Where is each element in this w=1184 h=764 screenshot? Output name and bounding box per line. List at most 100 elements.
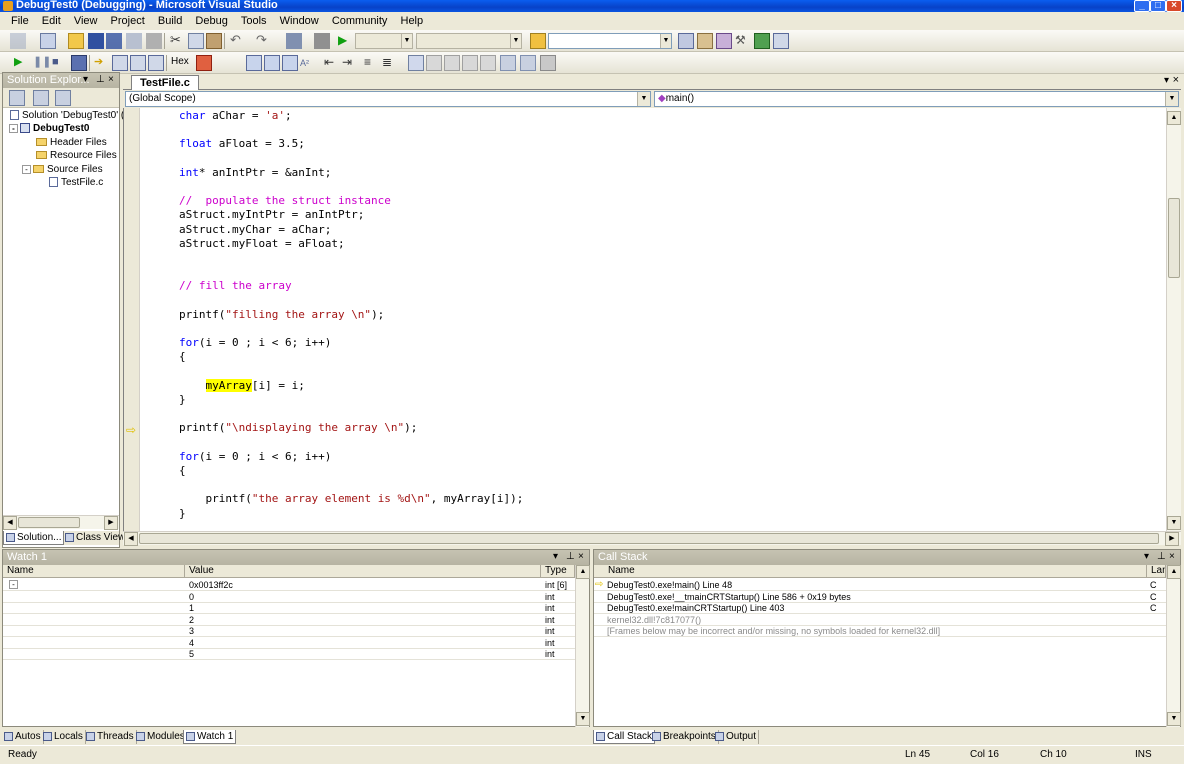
scroll-left-icon[interactable]: ◀ [3, 516, 17, 530]
watch-row[interactable]: [2]2int [3, 614, 575, 626]
scroll-thumb[interactable] [139, 533, 1159, 544]
menu-help[interactable]: Help [396, 13, 429, 27]
testfile-node[interactable]: TestFile.c [49, 176, 103, 189]
call-stack-row[interactable]: DebugTest0.exe!__tmainCRTStartup() Line … [594, 591, 1166, 603]
column-value[interactable]: Value [185, 565, 541, 578]
previous-bookmark-icon[interactable] [426, 55, 442, 71]
menu-community[interactable]: Community [327, 13, 393, 27]
print-icon[interactable] [146, 33, 162, 49]
solution-node[interactable]: Solution 'DebugTest0' ( [10, 109, 124, 122]
text-editor-tool-icon[interactable] [246, 55, 262, 71]
watch-row[interactable]: [3]3int [3, 625, 575, 637]
save-all-icon[interactable] [106, 33, 122, 49]
tab-solution-explorer[interactable]: Solution... [3, 531, 65, 545]
parameter-info-icon[interactable] [264, 55, 280, 71]
find-combo-input[interactable]: ▼ [548, 33, 672, 49]
menu-build[interactable]: Build [153, 13, 187, 27]
save-icon[interactable] [88, 33, 104, 49]
scroll-up-icon[interactable]: ▲ [1167, 565, 1181, 579]
watch-value[interactable]: 2 [189, 614, 194, 626]
menu-edit[interactable]: Edit [37, 13, 66, 27]
breakpoints-window-icon[interactable] [196, 55, 212, 71]
next-bookmark-folder-icon[interactable] [480, 55, 496, 71]
watch-row[interactable]: -myArray0x0013ff2cint [6] [3, 579, 575, 591]
tab-class-view[interactable]: Class View [63, 531, 129, 545]
collapse-icon[interactable]: - [22, 164, 31, 174]
tab-modules[interactable]: Modules [134, 730, 188, 744]
clear-bookmarks-icon[interactable] [540, 55, 556, 71]
column-name[interactable]: Name [604, 565, 1147, 578]
properties-icon[interactable] [9, 90, 25, 106]
call-stack-row[interactable]: kernel32.dll!7c817077() [594, 614, 1166, 626]
stop-debugging-icon[interactable]: ■ [52, 55, 68, 71]
close-panel-icon[interactable]: × [108, 73, 114, 87]
show-all-files-icon[interactable] [33, 90, 49, 106]
menu-file[interactable]: File [6, 13, 34, 27]
tab-threads[interactable]: Threads [84, 730, 137, 744]
refresh-icon[interactable] [55, 90, 71, 106]
close-document-icon[interactable]: × [1173, 74, 1179, 86]
column-type[interactable]: Type [541, 565, 575, 578]
code-hscroll[interactable]: ◀ ▶ [123, 531, 1181, 546]
add-item-icon[interactable] [40, 33, 56, 49]
menu-window[interactable]: Window [275, 13, 324, 27]
navigate-backward-icon[interactable] [286, 33, 302, 49]
scroll-up-icon[interactable]: ▲ [1167, 111, 1181, 125]
scroll-right-icon[interactable]: ▶ [104, 516, 118, 530]
solution-explorer-hscroll[interactable]: ◀ ▶ [3, 515, 119, 530]
toggle-bookmark-icon[interactable] [408, 55, 424, 71]
complete-word-icon[interactable]: A² [300, 55, 316, 71]
next-bookmark-icon[interactable] [444, 55, 460, 71]
step-into-icon[interactable] [112, 55, 128, 71]
menu-tools[interactable]: Tools [236, 13, 272, 27]
menu-project[interactable]: Project [106, 13, 150, 27]
call-stack-vscroll[interactable]: ▲ ▼ [1166, 565, 1181, 727]
members-dropdown[interactable]: ◆main() ▼ [654, 91, 1179, 107]
solution-configurations-dropdown[interactable]: ▼ [355, 33, 413, 49]
previous-bookmark-document-icon[interactable] [500, 55, 516, 71]
watch-value[interactable]: 5 [189, 648, 194, 660]
scroll-down-icon[interactable]: ▼ [1167, 516, 1181, 530]
tab-locals[interactable]: Locals [41, 730, 86, 744]
watch-value[interactable]: 1 [189, 602, 194, 614]
maximize-button[interactable]: □ [1150, 0, 1166, 12]
toolbox-icon[interactable]: ⚒ [735, 33, 751, 49]
window-position-icon[interactable]: ▾ [553, 550, 558, 564]
tab-testfile-c[interactable]: TestFile.c [131, 75, 199, 90]
object-browser-icon[interactable] [716, 33, 732, 49]
cut-icon[interactable]: ✂ [170, 33, 186, 49]
tab-autos[interactable]: Autos [2, 730, 44, 744]
resource-files-folder[interactable]: Resource Files [36, 149, 117, 162]
continue-icon[interactable]: ▶ [338, 33, 354, 49]
scroll-right-icon[interactable]: ▶ [1165, 532, 1179, 546]
watch-value[interactable]: 3 [189, 625, 194, 637]
command-window-icon[interactable] [773, 33, 789, 49]
tab-call-stack[interactable]: Call Stack [593, 730, 656, 744]
solution-explorer-icon[interactable] [678, 33, 694, 49]
project-node[interactable]: - DebugTest0 [9, 122, 90, 135]
code-vscroll[interactable]: ▲ ▼ [1166, 108, 1181, 531]
find-in-files-icon[interactable] [530, 33, 546, 49]
start-page-icon[interactable] [754, 33, 770, 49]
scroll-down-icon[interactable]: ▼ [576, 712, 590, 726]
decrease-indent-icon[interactable]: ⇤ [324, 55, 340, 71]
auto-hide-pin-icon[interactable]: ⊥ [566, 550, 575, 564]
window-position-icon[interactable]: ▾ [1144, 550, 1149, 564]
quick-info-icon[interactable] [282, 55, 298, 71]
show-next-statement-icon[interactable]: ➔ [94, 55, 110, 71]
code-editor[interactable]: ⇨ char aChar = 'a'; float aFloat = 3.5; … [123, 108, 1166, 531]
copy-icon[interactable] [188, 33, 204, 49]
watch-row[interactable]: [5]5int [3, 648, 575, 660]
scroll-left-icon[interactable]: ◀ [124, 532, 138, 546]
restart-icon[interactable] [71, 55, 87, 71]
redo-icon[interactable]: ↷ [256, 33, 272, 49]
tab-breakpoints[interactable]: Breakpoints [650, 730, 719, 744]
uncomment-icon[interactable]: ≣ [382, 55, 398, 71]
close-panel-icon[interactable]: × [1169, 550, 1175, 564]
collapse-icon[interactable]: - [9, 123, 18, 133]
watch-value[interactable]: 0x0013ff2c [189, 579, 233, 591]
break-all-icon[interactable]: ❚❚ [33, 55, 51, 71]
header-files-folder[interactable]: Header Files [36, 136, 107, 149]
hex-toggle-button[interactable]: Hex [171, 56, 189, 67]
call-stack-row[interactable]: DebugTest0.exe!mainCRTStartup() Line 403… [594, 602, 1166, 614]
